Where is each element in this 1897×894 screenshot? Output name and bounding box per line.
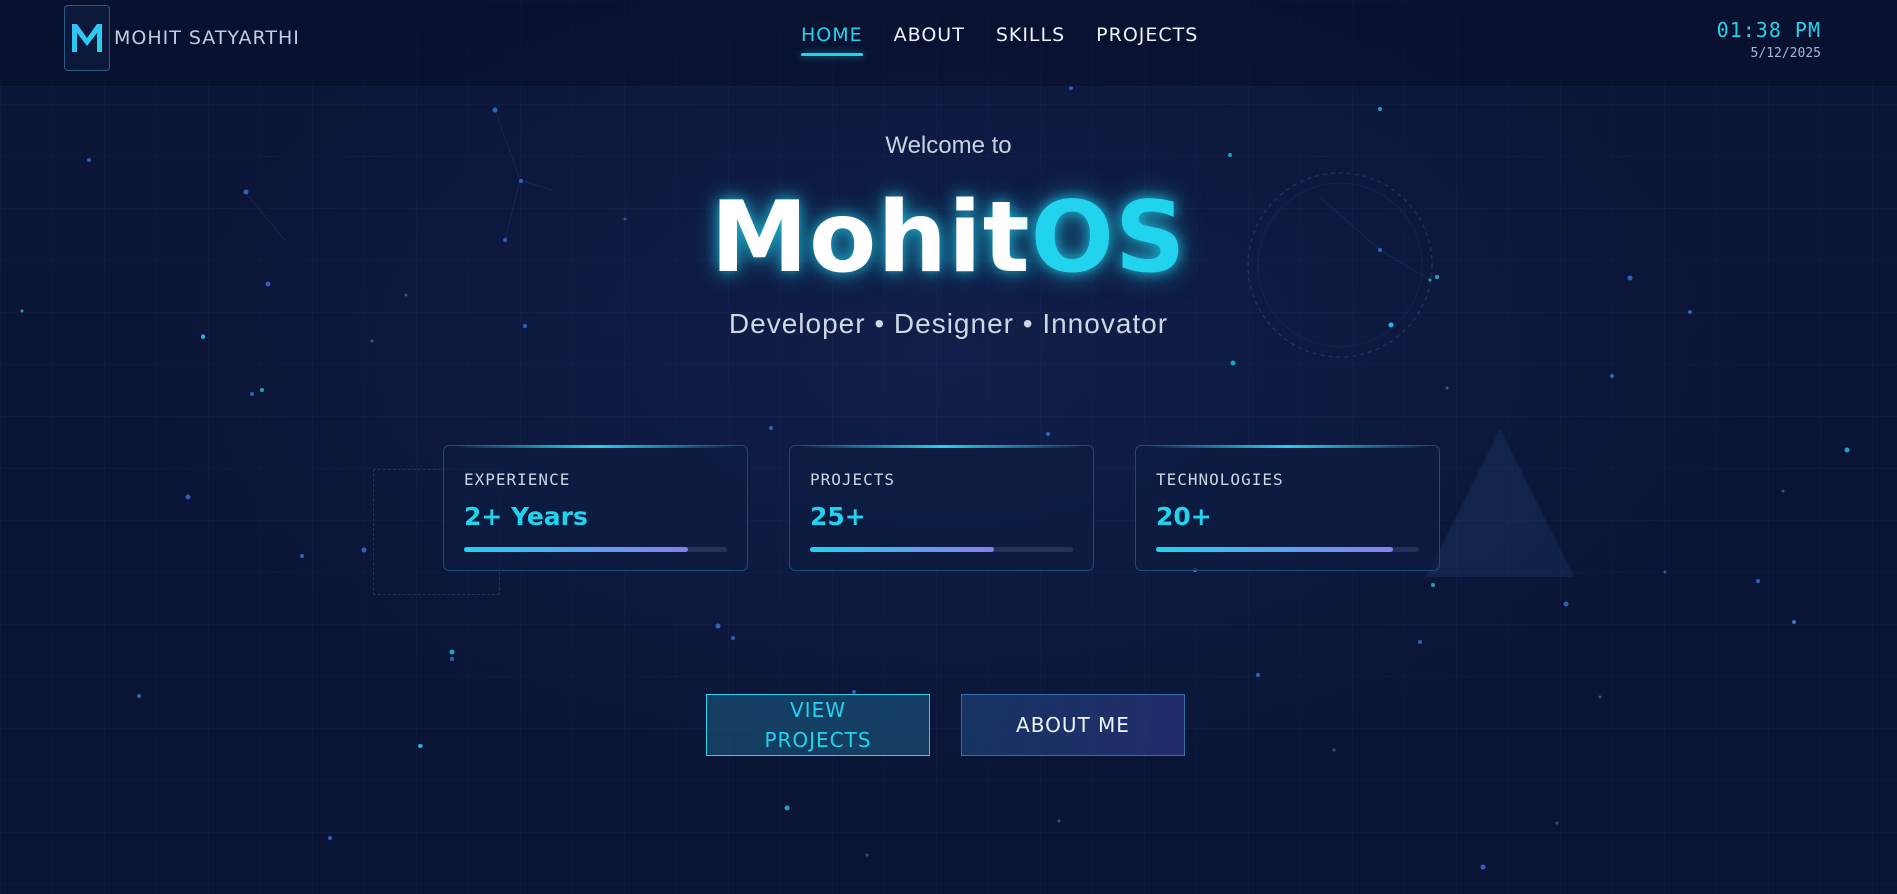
hero-title-mohit: Mohit [710, 181, 1031, 295]
stat-card-technologies: TECHNOLOGIES 20+ [1135, 445, 1440, 571]
brand[interactable]: MOHIT SATYARTHI [64, 5, 300, 71]
triangle-decoration [1426, 429, 1574, 577]
hero-title: MohitOS [0, 178, 1897, 298]
view-projects-button[interactable]: VIEW PROJECTS [706, 694, 930, 756]
progress-track [810, 547, 1073, 552]
nav-home[interactable]: HOME [801, 24, 863, 56]
main-nav: HOME ABOUT SKILLS PROJECTS [801, 24, 1198, 56]
nav-projects[interactable]: PROJECTS [1096, 24, 1198, 56]
tagline: Developer • Designer • Innovator [728, 308, 1169, 339]
view-projects-label: VIEW PROJECTS [764, 698, 872, 752]
stat-card-projects: PROJECTS 25+ [789, 445, 1094, 571]
clock: 01:38 PM 5/12/2025 [1717, 18, 1821, 61]
stat-label: TECHNOLOGIES [1156, 470, 1284, 489]
stat-value: 20+ [1156, 502, 1212, 531]
progress-track [464, 547, 727, 552]
top-nav-bar: MOHIT SATYARTHI HOME ABOUT SKILLS PROJEC… [0, 0, 1897, 87]
brand-name: MOHIT SATYARTHI [114, 27, 300, 49]
stat-card-experience: EXPERIENCE 2+ Years [443, 445, 748, 571]
clock-date: 5/12/2025 [1750, 46, 1821, 61]
logo-m-glyph [72, 24, 102, 52]
about-me-label: ABOUT ME [1016, 713, 1130, 737]
stat-value: 25+ [810, 502, 866, 531]
hero-title-os: OS [1030, 181, 1187, 295]
stat-label: PROJECTS [810, 470, 896, 489]
welcome-text: Welcome to [885, 132, 1012, 159]
progress-fill [1156, 547, 1393, 552]
clock-time: 01:38 PM [1716, 18, 1821, 42]
progress-fill [810, 547, 995, 552]
stat-value: 2+ Years [464, 502, 588, 531]
progress-track [1156, 547, 1419, 552]
nav-about[interactable]: ABOUT [894, 24, 965, 56]
progress-fill [464, 547, 688, 552]
nav-skills[interactable]: SKILLS [996, 24, 1065, 56]
stat-label: EXPERIENCE [464, 470, 571, 489]
logo-icon[interactable] [64, 5, 110, 71]
about-me-button[interactable]: ABOUT ME [961, 694, 1185, 756]
